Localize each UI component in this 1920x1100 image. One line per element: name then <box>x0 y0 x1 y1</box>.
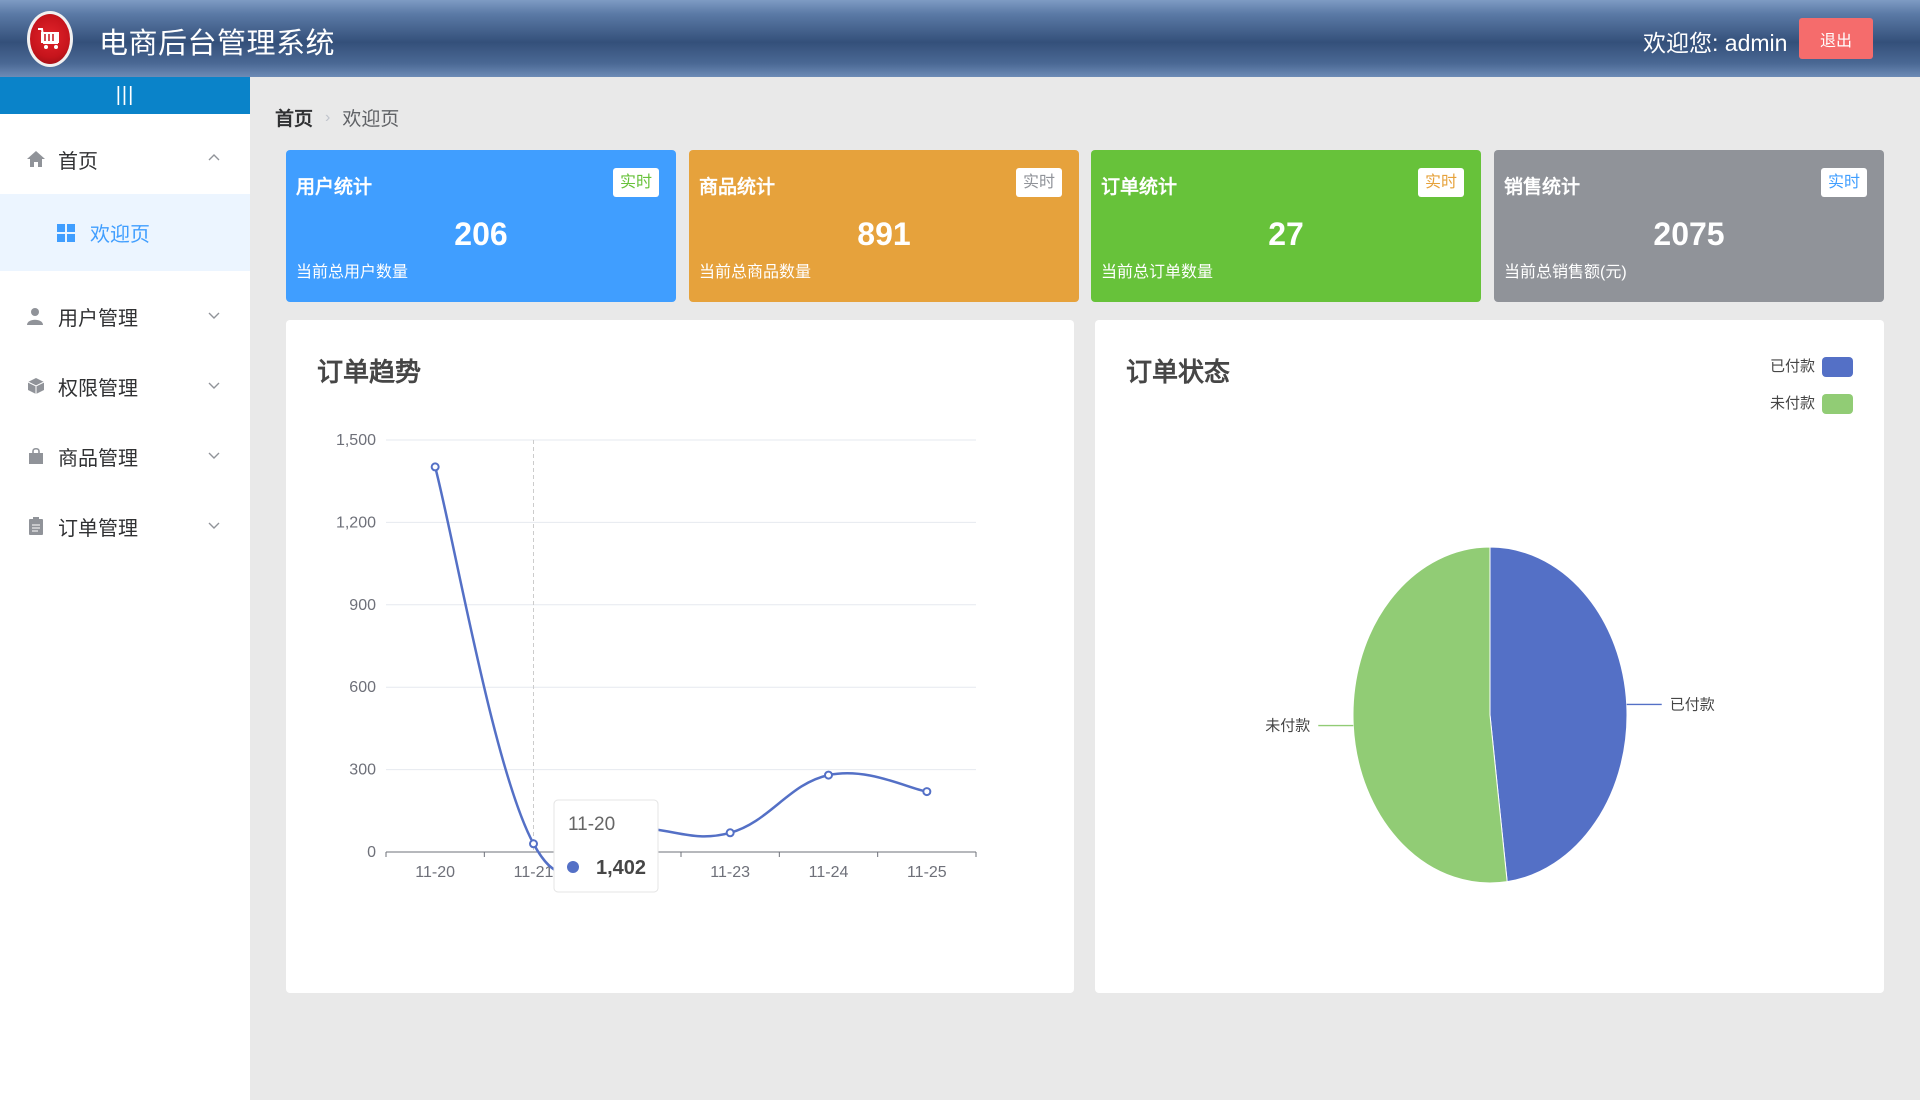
chevron-down-icon <box>208 522 220 529</box>
sidebar: ||| 首页 欢迎页 用户管理 权限管理 商品管理 订单管理 <box>0 77 250 1100</box>
bag-icon <box>25 445 47 467</box>
order-trend-chart[interactable]: 03006009001,2001,50011-2011-2111-2211-23… <box>286 320 1074 993</box>
sidebar-item-home[interactable]: 首页 <box>0 124 250 194</box>
stat-title: 用户统计 <box>296 177 373 198</box>
breadcrumb-home[interactable]: 首页 <box>275 104 313 131</box>
data-point <box>529 839 538 849</box>
stat-description: 当前总用户数量 <box>296 264 409 281</box>
sidebar-item-label: 商品管理 <box>58 447 138 470</box>
sidebar-item-products[interactable]: 商品管理 <box>0 421 250 491</box>
sidebar-item-orders[interactable]: 订单管理 <box>0 491 250 561</box>
chevron-up-icon <box>208 154 220 161</box>
top-header: 电商后台管理系统 欢迎您: admin 退出 <box>0 0 1920 77</box>
tooltip-value: 1,402 <box>596 857 646 879</box>
y-tick-label: 600 <box>349 679 376 696</box>
data-point <box>824 770 833 780</box>
stat-value: 206 <box>454 216 508 252</box>
data-point <box>725 828 735 838</box>
pie-slice <box>1489 546 1628 883</box>
chevron-down-icon <box>208 312 220 319</box>
breadcrumb-separator-icon: › <box>325 108 331 126</box>
logout-button[interactable]: 退出 <box>1799 18 1873 59</box>
stat-value: 27 <box>1268 216 1304 252</box>
logo <box>27 11 73 67</box>
order-status-panel: 订单状态 已付款 未付款 已付款 未付款 <box>1095 320 1884 993</box>
pie-label: 已付款 <box>1670 696 1715 713</box>
realtime-badge: 实时 <box>1820 168 1867 197</box>
y-tick-label: 1,200 <box>336 514 376 531</box>
sidebar-item-permissions[interactable]: 权限管理 <box>0 351 250 421</box>
tooltip-category: 11-20 <box>568 814 615 835</box>
order-trend-panel: 订单趋势 03006009001,2001,50011-2011-2111-22… <box>286 320 1074 993</box>
sidebar-item-label: 用户管理 <box>58 307 138 330</box>
data-point <box>430 462 440 472</box>
x-tick-label: 11-24 <box>809 864 849 881</box>
stat-card-orders: 订单统计 实时 27 当前总订单数量 <box>1091 150 1481 302</box>
realtime-badge: 实时 <box>612 168 659 197</box>
chevron-down-icon <box>208 452 220 459</box>
stat-card-sales: 销售统计 实时 2075 当前总销售额(元) <box>1494 150 1884 302</box>
stat-title: 订单统计 <box>1101 177 1178 198</box>
x-tick-label: 11-20 <box>415 864 455 881</box>
sidebar-item-label: 订单管理 <box>58 517 138 540</box>
chart-tooltip: 11-20 1,402 <box>553 799 659 893</box>
sidebar-subitem-label: 欢迎页 <box>90 224 150 246</box>
legend-label: 已付款 <box>1770 358 1815 375</box>
sidebar-item-label: 权限管理 <box>58 377 138 400</box>
x-tick-label: 11-21 <box>514 864 554 881</box>
shopping-cart-icon <box>38 28 59 49</box>
stat-description: 当前总商品数量 <box>699 264 812 281</box>
clipboard-icon <box>25 515 47 537</box>
stat-value: 891 <box>857 216 911 252</box>
stat-description: 当前总订单数量 <box>1101 264 1214 281</box>
collapse-toggle[interactable]: ||| <box>0 77 250 114</box>
legend-label: 未付款 <box>1770 395 1815 412</box>
sidebar-subitem-welcome[interactable]: 欢迎页 <box>0 194 250 271</box>
y-tick-label: 1,500 <box>336 432 376 449</box>
series-line <box>433 466 928 874</box>
sidebar-item-label: 首页 <box>58 150 98 173</box>
stat-title: 商品统计 <box>699 177 776 198</box>
breadcrumb: 首页 › 欢迎页 <box>275 104 399 131</box>
welcome-text: 欢迎您: admin <box>1643 30 1788 56</box>
sidebar-item-users[interactable]: 用户管理 <box>0 281 250 351</box>
cube-icon <box>25 375 47 397</box>
grid-icon <box>57 223 75 242</box>
pie-label: 未付款 <box>1265 718 1310 735</box>
app-title: 电商后台管理系统 <box>99 28 336 60</box>
legend-swatch <box>1822 394 1853 414</box>
pie-slice <box>1352 546 1508 884</box>
x-tick-label: 11-25 <box>907 864 947 881</box>
data-point <box>922 787 932 797</box>
home-icon <box>25 148 47 170</box>
y-tick-label: 900 <box>349 597 376 614</box>
user-icon <box>25 305 47 327</box>
legend-swatch <box>1822 357 1853 377</box>
stat-title: 销售统计 <box>1504 177 1581 198</box>
x-tick-label: 11-23 <box>710 864 750 881</box>
stat-value: 2075 <box>1653 216 1725 252</box>
order-status-chart[interactable]: 已付款未付款已付款未付款 <box>1095 320 1884 993</box>
y-tick-label: 300 <box>349 762 376 779</box>
realtime-badge: 实时 <box>1015 168 1062 197</box>
stat-card-products: 商品统计 实时 891 当前总商品数量 <box>689 150 1079 302</box>
tooltip-marker <box>567 861 579 873</box>
chevron-down-icon <box>208 382 220 389</box>
stat-card-users: 用户统计 实时 206 当前总用户数量 <box>286 150 676 302</box>
breadcrumb-current: 欢迎页 <box>342 109 400 130</box>
realtime-badge: 实时 <box>1417 168 1464 197</box>
stat-description: 当前总销售额(元) <box>1504 264 1627 281</box>
y-tick-label: 0 <box>367 844 376 861</box>
